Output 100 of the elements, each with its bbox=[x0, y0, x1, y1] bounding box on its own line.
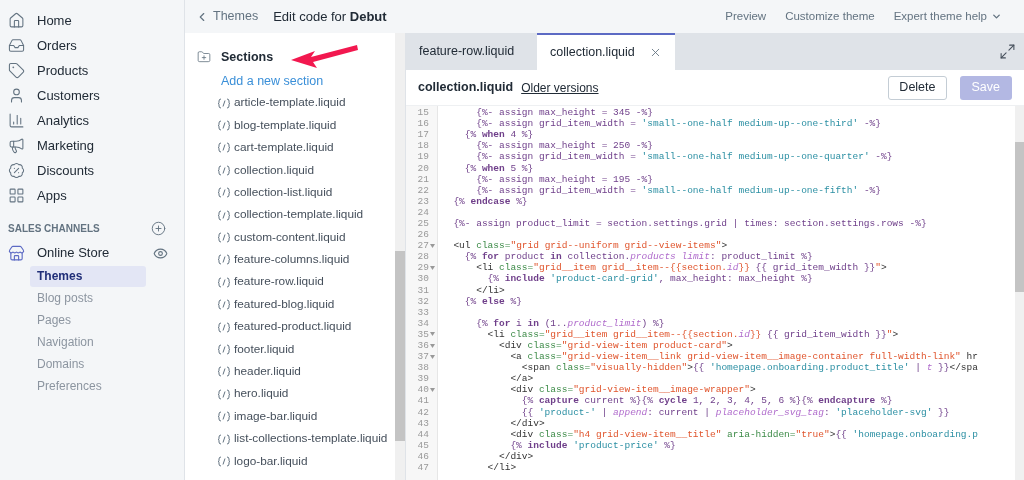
bar-chart-icon bbox=[8, 112, 25, 129]
code-line: </li> bbox=[486, 462, 517, 474]
line-number: 26 bbox=[417, 229, 429, 241]
code-line: {%- assign max_height = 250 -%} bbox=[475, 140, 653, 152]
code-line: {%- assign max_height = 195 -%} bbox=[475, 173, 653, 185]
add-section-link[interactable]: Add a new section bbox=[221, 70, 324, 92]
line-number: 23 bbox=[417, 195, 429, 207]
fold-caret-icon[interactable] bbox=[430, 354, 435, 359]
line-number: 24 bbox=[417, 206, 429, 218]
line-number: 17 bbox=[417, 129, 429, 141]
line-number: 40 bbox=[417, 384, 429, 396]
scrollbar[interactable] bbox=[395, 33, 405, 480]
code-file-icon bbox=[217, 97, 231, 109]
file-name: collection.liquid bbox=[418, 79, 514, 97]
fullscreen-icon[interactable] bbox=[999, 43, 1016, 60]
file-link[interactable]: footer.liquid bbox=[234, 340, 295, 359]
line-number: 32 bbox=[417, 295, 429, 307]
line-number: 28 bbox=[417, 251, 429, 263]
code-file-icon bbox=[217, 411, 231, 423]
fold-caret-icon[interactable] bbox=[430, 243, 435, 248]
eye-icon[interactable] bbox=[153, 245, 168, 261]
nav-link[interactable]: Marketing bbox=[37, 135, 95, 156]
code-file-icon bbox=[217, 344, 231, 355]
header-link[interactable]: Preview bbox=[725, 7, 767, 26]
file-link[interactable]: logo-bar.liquid bbox=[234, 452, 308, 471]
discount-badge-icon bbox=[8, 162, 25, 179]
file-link[interactable]: header.liquid bbox=[234, 363, 301, 381]
megaphone-icon bbox=[8, 137, 25, 154]
file-link[interactable]: feature-row.liquid bbox=[234, 273, 324, 292]
file-link[interactable]: collection-list.liquid bbox=[234, 183, 333, 202]
nav-link[interactable]: Products bbox=[37, 60, 89, 81]
add-icon[interactable] bbox=[151, 220, 166, 236]
file-link[interactable]: cart-template.liquid bbox=[234, 139, 334, 157]
file-link[interactable]: blog-template.liquid bbox=[234, 116, 337, 135]
line-number: 45 bbox=[417, 439, 429, 451]
line-number: 29 bbox=[417, 262, 429, 274]
tag-icon bbox=[8, 62, 25, 79]
line-number: 16 bbox=[417, 118, 429, 130]
code-line: {{ 'product-' | append: current | placeholder_svg_tag: 'placeholder-svg' }} bbox=[520, 406, 950, 418]
code-line: <li class="grid__item grid__item--{{section.id}} {{ grid_item_width }}"> bbox=[475, 262, 887, 274]
code-line: {%- assign grid_item_width = 'small--one-half medium-up--one-quarter' -%} bbox=[475, 151, 893, 163]
file-link[interactable]: feature-columns.liquid bbox=[234, 251, 350, 269]
editor-tab[interactable]: collection.liquid bbox=[537, 33, 675, 70]
line-number: 36 bbox=[417, 340, 429, 351]
fold-caret-icon[interactable] bbox=[430, 332, 435, 337]
code-line: <div class="grid-view-item product-card"> bbox=[498, 340, 733, 351]
code-file-icon bbox=[217, 455, 231, 467]
line-number: 42 bbox=[417, 406, 429, 418]
nav-link[interactable]: Customers bbox=[37, 85, 100, 106]
code-line: {% include 'product-card-grid', max_height: max_height %} bbox=[486, 273, 813, 285]
file-link[interactable]: article-template.liquid bbox=[234, 94, 346, 113]
line-number: 20 bbox=[417, 162, 429, 174]
header-link[interactable]: Expert theme help bbox=[893, 7, 1002, 26]
action-button[interactable]: Delete bbox=[888, 75, 947, 100]
line-number: 21 bbox=[417, 173, 429, 185]
line-number: 34 bbox=[417, 317, 429, 329]
file-link[interactable]: hero.liquid bbox=[234, 385, 289, 404]
header-link[interactable]: Customize theme bbox=[785, 7, 875, 26]
code-line: {%- assign grid_item_width = 'small--one-half medium-up--one-third' -%} bbox=[475, 118, 881, 130]
code-line: <li class="grid__item grid__item--{{section.id}} {{ grid_item_width }}"> bbox=[486, 328, 899, 340]
nav-link[interactable]: Home bbox=[37, 10, 72, 31]
nav-subitem[interactable]: Themes bbox=[30, 266, 146, 287]
scrollbar-thumb[interactable] bbox=[395, 251, 405, 441]
file-link[interactable]: list-collections-template.liquid bbox=[234, 430, 388, 448]
nav-link[interactable]: Analytics bbox=[37, 110, 90, 131]
fold-caret-icon[interactable] bbox=[430, 343, 435, 348]
code-line: {% endcase %} bbox=[452, 195, 528, 207]
apps-grid-icon bbox=[8, 187, 25, 204]
line-number: 47 bbox=[417, 462, 429, 474]
nav-link[interactable]: Orders bbox=[37, 35, 77, 56]
person-icon bbox=[8, 87, 25, 104]
tab-label: feature-row.liquid bbox=[419, 43, 515, 61]
scrollbar-thumb[interactable] bbox=[1015, 142, 1024, 292]
file-link[interactable]: collection-template.liquid bbox=[234, 206, 364, 224]
file-link[interactable]: image-bar.liquid bbox=[234, 407, 318, 426]
file-link[interactable]: featured-product.liquid bbox=[234, 318, 352, 336]
nav-link[interactable]: Online Store bbox=[37, 243, 141, 263]
tab-label: collection.liquid bbox=[550, 44, 635, 62]
older-versions-link[interactable]: Older versions bbox=[521, 78, 599, 97]
nav-link[interactable]: Apps bbox=[37, 185, 67, 206]
code-file-icon bbox=[217, 232, 231, 244]
nav-link[interactable]: Discounts bbox=[37, 160, 95, 181]
editor-tab[interactable]: feature-row.liquid bbox=[406, 33, 537, 70]
code-line: </li> bbox=[475, 284, 505, 296]
line-number: 37 bbox=[417, 351, 429, 363]
file-link[interactable]: featured-blog.liquid bbox=[234, 295, 335, 314]
line-number: 15 bbox=[417, 107, 429, 119]
code-line: <span class="visually-hidden">{{ 'homepage.onboarding.product_title' | t }}</spa bbox=[520, 362, 978, 374]
fold-caret-icon[interactable] bbox=[430, 387, 435, 392]
file-link[interactable]: collection.liquid bbox=[234, 161, 314, 180]
fold-caret-icon[interactable] bbox=[430, 265, 435, 270]
home-icon bbox=[8, 12, 25, 29]
code-line: {% include 'product-price' %} bbox=[509, 439, 676, 451]
code-line: {%- assign grid_item_width = 'small--one-half medium-up--one-fifth' -%} bbox=[475, 184, 881, 196]
scrollbar[interactable] bbox=[1015, 106, 1024, 480]
line-number: 39 bbox=[417, 373, 429, 385]
folder-label[interactable]: Sections bbox=[221, 47, 274, 67]
back-link[interactable]: Themes bbox=[195, 7, 259, 26]
file-link[interactable]: custom-content.liquid bbox=[234, 228, 346, 247]
code-file-icon bbox=[217, 433, 231, 445]
